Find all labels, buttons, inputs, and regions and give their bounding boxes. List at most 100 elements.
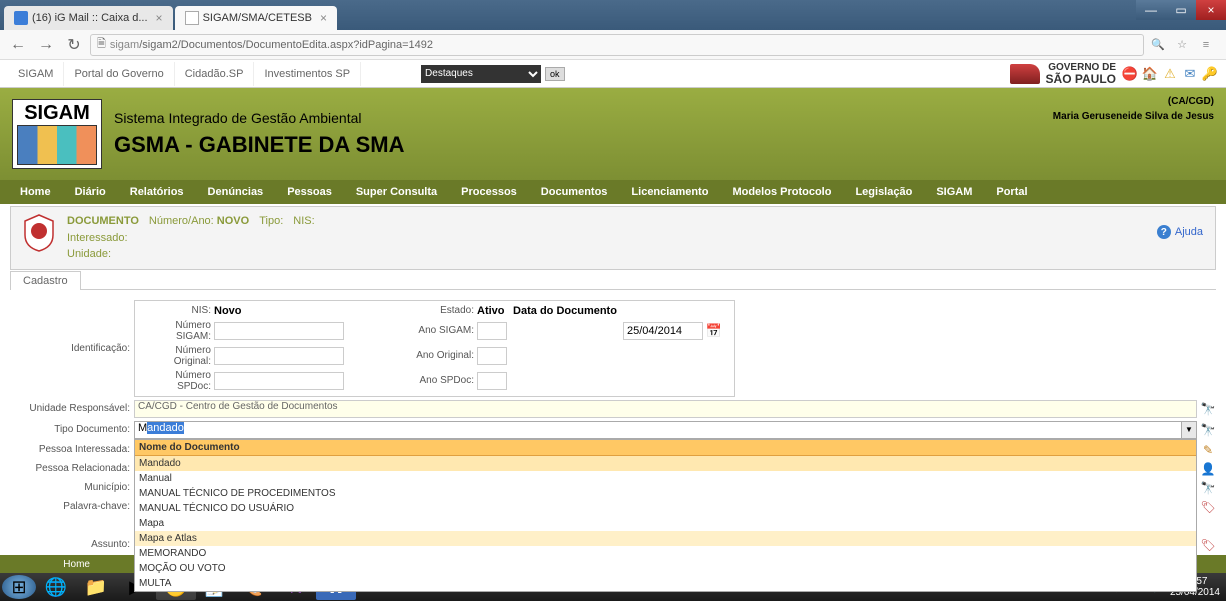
tab-label: SIGAM/SMA/CETESB <box>203 12 312 24</box>
menu-icon[interactable]: ≡ <box>1196 35 1216 55</box>
tab-close-icon[interactable]: × <box>156 11 163 25</box>
gov-sp-logo: GOVERNO DE SÃO PAULO <box>1046 63 1116 85</box>
nis-value: Novo <box>214 305 344 317</box>
data-documento-input[interactable] <box>623 322 703 340</box>
nav-relatorios[interactable]: Relatórios <box>118 181 196 203</box>
ano-spdoc-input[interactable] <box>477 372 507 390</box>
browser-tab-inactive[interactable]: (16) iG Mail :: Caixa d... × <box>4 6 173 30</box>
numero-original-input[interactable] <box>214 347 344 365</box>
dropdown-button[interactable]: ▼ <box>1181 421 1197 439</box>
numero-spdoc-input[interactable] <box>214 372 344 390</box>
nav-modelos[interactable]: Modelos Protocolo <box>720 181 843 203</box>
tab-cadastro[interactable]: Cadastro <box>10 271 81 290</box>
nav-sigam[interactable]: SIGAM <box>924 181 984 203</box>
nav-legislacao[interactable]: Legislação <box>843 181 924 203</box>
binoculars-icon[interactable]: 🔭 <box>1200 401 1216 417</box>
window-minimize[interactable]: — <box>1136 0 1166 20</box>
help-link[interactable]: ? Ajuda <box>1157 225 1203 239</box>
dropdown-item[interactable]: Mapa e Atlas <box>135 531 1196 546</box>
numero-sigam-input[interactable] <box>214 322 344 340</box>
nav-diario[interactable]: Diário <box>63 181 118 203</box>
dropdown-header: Nome do Documento <box>135 440 1196 456</box>
home-icon[interactable]: 🏠 <box>1142 66 1158 82</box>
zoom-icon[interactable]: 🔍 <box>1148 35 1168 55</box>
window-maximize[interactable]: ▭ <box>1166 0 1196 20</box>
toplink-portal[interactable]: Portal do Governo <box>64 62 174 86</box>
label-identificacao: Identificação: <box>10 343 134 354</box>
nav-pessoas[interactable]: Pessoas <box>275 181 344 203</box>
bookmark-icon[interactable]: ☆ <box>1172 35 1192 55</box>
calendar-icon[interactable]: 📅 <box>706 323 722 339</box>
label-palavra-chave: Palavra-chave: <box>10 501 134 512</box>
reload-button[interactable]: ↻ <box>62 33 86 57</box>
ok-button[interactable]: ok <box>545 67 565 81</box>
dropdown-item[interactable]: MULTA <box>135 576 1196 591</box>
tab-label: (16) iG Mail :: Caixa d... <box>32 12 148 24</box>
address-bar[interactable]: 🗎 sigam /sigam2/Documentos/DocumentoEdit… <box>90 34 1144 56</box>
nav-processos[interactable]: Processos <box>449 181 529 203</box>
error-icon[interactable]: ⛔ <box>1122 66 1138 82</box>
tipo-documento-combo[interactable]: Mandado ▼ Nome do Documento Mandado Manu… <box>134 421 1197 439</box>
dropdown-item[interactable]: MOÇÃO OU VOTO <box>135 561 1196 576</box>
label-unidade-resp: Unidade Responsável: <box>10 403 134 414</box>
mail-icon[interactable]: ✉ <box>1182 66 1198 82</box>
estado-value: Ativo <box>477 305 507 317</box>
browser-tab-active[interactable]: SIGAM/SMA/CETESB × <box>175 6 337 30</box>
ano-sigam-input[interactable] <box>477 322 507 340</box>
binoculars-icon[interactable]: 🔭 <box>1200 422 1216 438</box>
label-municipio: Município: <box>10 482 134 493</box>
key-icon[interactable]: 🔑 <box>1202 66 1218 82</box>
sp-flag-icon <box>1010 64 1040 84</box>
nav-portal[interactable]: Portal <box>984 181 1039 203</box>
dropdown-item[interactable]: MANUAL TÉCNICO DE PROCEDIMENTOS <box>135 486 1196 501</box>
tag-icon[interactable]: 🏷 <box>1200 499 1216 515</box>
nav-superconsulta[interactable]: Super Consulta <box>344 181 449 203</box>
pencil-icon[interactable]: ✎ <box>1200 442 1216 458</box>
header-org: (CA/CGD) <box>1053 96 1214 107</box>
logo-image <box>17 125 97 165</box>
forward-button[interactable]: → <box>34 33 58 57</box>
nav-licenciamento[interactable]: Licenciamento <box>619 181 720 203</box>
back-button[interactable]: ← <box>6 33 30 57</box>
main-nav: Home Diário Relatórios Denúncias Pessoas… <box>0 180 1226 204</box>
toplink-cidadao[interactable]: Cidadão.SP <box>175 62 255 86</box>
label-tipo-doc: Tipo Documento: <box>10 424 134 435</box>
nav-documentos[interactable]: Documentos <box>529 181 620 203</box>
doc-header-box: DOCUMENTO Número/Ano: NOVO Tipo: NIS: In… <box>10 206 1216 270</box>
header-user: Maria Geruseneide Silva de Jesus <box>1053 111 1214 122</box>
tag-icon[interactable]: 🏷 <box>1200 537 1216 553</box>
label-pessoa-interessada: Pessoa Interessada: <box>10 444 134 455</box>
help-icon: ? <box>1157 225 1171 239</box>
dropdown-item[interactable]: MEMORANDO <box>135 546 1196 561</box>
toplink-invest[interactable]: Investimentos SP <box>254 62 361 86</box>
window-close[interactable]: × <box>1196 0 1226 20</box>
ano-original-input[interactable] <box>477 347 507 365</box>
unidade-resp-input[interactable]: CA/CGD - Centro de Gestão de Documentos <box>134 400 1197 418</box>
dropdown-item[interactable]: Manual <box>135 471 1196 486</box>
footer-home[interactable]: Home <box>0 559 153 570</box>
start-button[interactable]: ⊞ <box>2 575 36 599</box>
tab-close-icon[interactable]: × <box>320 11 327 25</box>
sigam-logo: SIGAM <box>12 99 102 169</box>
url-host: sigam <box>110 39 139 51</box>
doc-info: DOCUMENTO Número/Ano: NOVO Tipo: NIS: In… <box>67 213 315 263</box>
portal-topbar: SIGAM Portal do Governo Cidadão.SP Inves… <box>0 60 1226 88</box>
destaques-select[interactable]: Destaques <box>421 65 541 83</box>
tipo-documento-input[interactable]: Mandado <box>134 421 1197 439</box>
data-doc-label: Data do Documento <box>510 305 620 317</box>
toplink-sigam[interactable]: SIGAM <box>8 62 64 86</box>
dropdown-item[interactable]: Mapa <box>135 516 1196 531</box>
warning-icon[interactable]: ⚠ <box>1162 66 1178 82</box>
dropdown-item[interactable]: Mandado <box>135 456 1196 471</box>
nav-denuncias[interactable]: Denúncias <box>196 181 276 203</box>
dropdown-item[interactable]: MANUAL TÉCNICO DO USUÁRIO <box>135 501 1196 516</box>
doc-tabs: Cadastro <box>10 270 1216 290</box>
binoculars-icon[interactable]: 🔭 <box>1200 480 1216 496</box>
url-path: /sigam2/Documentos/DocumentoEdita.aspx?i… <box>139 39 433 51</box>
nav-home[interactable]: Home <box>8 181 63 203</box>
ie-icon[interactable]: 🌐 <box>36 574 76 600</box>
doc-title: DOCUMENTO <box>67 213 139 230</box>
explorer-icon[interactable]: 📁 <box>76 574 116 600</box>
mail-favicon <box>14 11 28 25</box>
person-icon[interactable]: 👤 <box>1200 461 1216 477</box>
